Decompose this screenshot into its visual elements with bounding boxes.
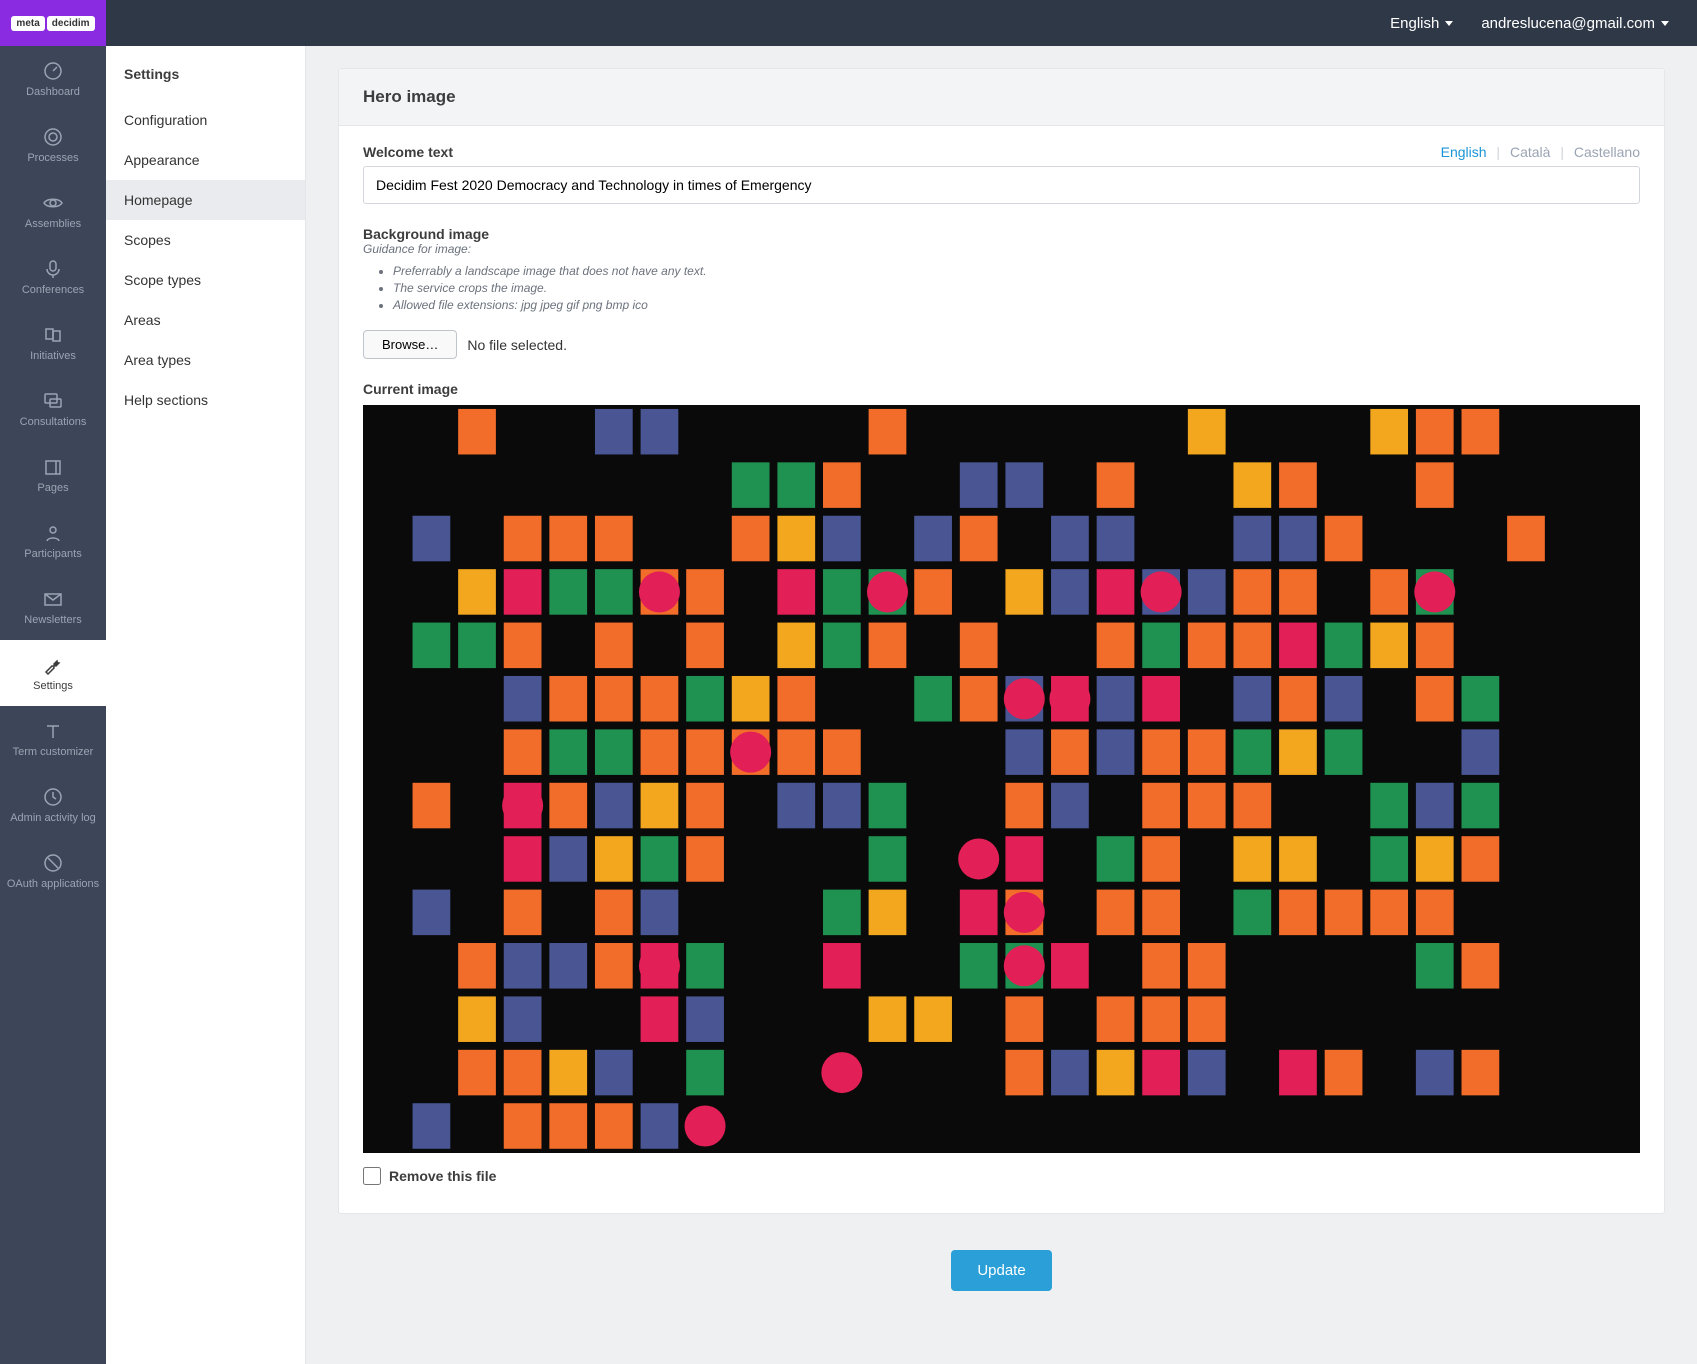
subnav-scopes[interactable]: Scopes bbox=[106, 220, 305, 260]
guidance-title: Guidance for image: bbox=[363, 242, 1640, 256]
topbar: meta decidim English andreslucena@gmail.… bbox=[0, 0, 1697, 46]
nav-dashboard[interactable]: Dashboard bbox=[0, 46, 106, 112]
update-button[interactable]: Update bbox=[951, 1250, 1051, 1291]
guidance-item: Allowed file extensions: jpg jpeg gif pn… bbox=[393, 298, 1640, 312]
mic-icon bbox=[43, 259, 63, 279]
lang-tab-castellano[interactable]: Castellano bbox=[1574, 144, 1640, 160]
nav-label: Newsletters bbox=[24, 614, 81, 626]
ban-icon bbox=[43, 853, 63, 873]
no-file-selected: No file selected. bbox=[467, 337, 567, 353]
language-label: English bbox=[1390, 15, 1439, 32]
book-icon bbox=[43, 457, 63, 477]
nav-label: Assemblies bbox=[25, 218, 81, 230]
wrench-icon bbox=[43, 655, 63, 675]
lang-tab-catala[interactable]: Català bbox=[1510, 144, 1550, 160]
nav-label: Participants bbox=[24, 548, 81, 560]
subnav-area-types[interactable]: Area types bbox=[106, 340, 305, 380]
remove-file-label: Remove this file bbox=[389, 1168, 496, 1184]
remove-file-checkbox[interactable] bbox=[363, 1167, 381, 1185]
user-icon bbox=[43, 523, 63, 543]
nav-label: Admin activity log bbox=[10, 812, 96, 824]
hero-image-card: Hero image Welcome text English | Català… bbox=[338, 68, 1665, 1214]
nav-label: Dashboard bbox=[26, 86, 80, 98]
nav-assemblies[interactable]: Assemblies bbox=[0, 178, 106, 244]
chevron-down-icon bbox=[1445, 21, 1453, 26]
language-tabs: English | Català | Castellano bbox=[1441, 144, 1640, 160]
nav-participants[interactable]: Participants bbox=[0, 508, 106, 574]
nav-conferences[interactable]: Conferences bbox=[0, 244, 106, 310]
nav-pages[interactable]: Pages bbox=[0, 442, 106, 508]
nav-initiatives[interactable]: Initiatives bbox=[0, 310, 106, 376]
current-image-label: Current image bbox=[363, 381, 1640, 397]
flag-icon bbox=[43, 325, 63, 345]
nav-processes[interactable]: Processes bbox=[0, 112, 106, 178]
nav-term-customizer[interactable]: Term customizer bbox=[0, 706, 106, 772]
subnav-help-sections[interactable]: Help sections bbox=[106, 380, 305, 420]
nav-admin-activity-log[interactable]: Admin activity log bbox=[0, 772, 106, 838]
chat-icon bbox=[43, 391, 63, 411]
logo-pill-meta: meta bbox=[11, 16, 44, 31]
nav-label: Consultations bbox=[20, 416, 87, 428]
primary-nav: Dashboard Processes Assemblies Conferences I… bbox=[0, 46, 106, 1364]
guidance-item: The service crops the image. bbox=[393, 281, 1640, 295]
nav-label: Processes bbox=[27, 152, 78, 164]
logo-pill-decidim: decidim bbox=[47, 16, 95, 31]
subnav-configuration[interactable]: Configuration bbox=[106, 100, 305, 140]
secondary-nav-title: Settings bbox=[106, 60, 305, 100]
lang-tab-english[interactable]: English bbox=[1441, 144, 1487, 160]
welcome-text-input[interactable] bbox=[363, 166, 1640, 204]
language-dropdown[interactable]: English bbox=[1390, 15, 1453, 32]
nav-label: Initiatives bbox=[30, 350, 76, 362]
target-icon bbox=[43, 127, 63, 147]
user-dropdown[interactable]: andreslucena@gmail.com bbox=[1481, 15, 1669, 32]
card-title: Hero image bbox=[339, 69, 1664, 126]
nav-label: Settings bbox=[33, 680, 73, 692]
guidance-item: Preferrably a landscape image that does … bbox=[393, 264, 1640, 278]
subnav-appearance[interactable]: Appearance bbox=[106, 140, 305, 180]
chevron-down-icon bbox=[1661, 21, 1669, 26]
guidance-list: Preferrably a landscape image that does … bbox=[363, 264, 1640, 312]
nav-consultations[interactable]: Consultations bbox=[0, 376, 106, 442]
clock-icon bbox=[43, 787, 63, 807]
browse-button[interactable]: Browse… bbox=[363, 330, 457, 359]
nav-label: Term customizer bbox=[13, 746, 94, 758]
nav-newsletters[interactable]: Newsletters bbox=[0, 574, 106, 640]
background-image-label: Background image bbox=[363, 226, 1640, 242]
subnav-scope-types[interactable]: Scope types bbox=[106, 260, 305, 300]
eye-icon bbox=[43, 193, 63, 213]
mail-icon bbox=[43, 589, 63, 609]
nav-label: Pages bbox=[37, 482, 68, 494]
welcome-text-label: Welcome text bbox=[363, 144, 453, 160]
logo-area[interactable]: meta decidim bbox=[0, 0, 106, 46]
subnav-homepage[interactable]: Homepage bbox=[106, 180, 305, 220]
nav-settings[interactable]: Settings bbox=[0, 640, 106, 706]
dashboard-icon bbox=[43, 61, 63, 81]
nav-oauth-applications[interactable]: OAuth applications bbox=[0, 838, 106, 904]
current-hero-image bbox=[363, 405, 1640, 1153]
subnav-areas[interactable]: Areas bbox=[106, 300, 305, 340]
content: Hero image Welcome text English | Català… bbox=[306, 46, 1697, 1364]
user-email: andreslucena@gmail.com bbox=[1481, 15, 1655, 32]
nav-label: OAuth applications bbox=[7, 878, 99, 890]
nav-label: Conferences bbox=[22, 284, 84, 296]
text-icon bbox=[43, 721, 63, 741]
secondary-nav: Settings ConfigurationAppearanceHomepage… bbox=[106, 46, 306, 1364]
